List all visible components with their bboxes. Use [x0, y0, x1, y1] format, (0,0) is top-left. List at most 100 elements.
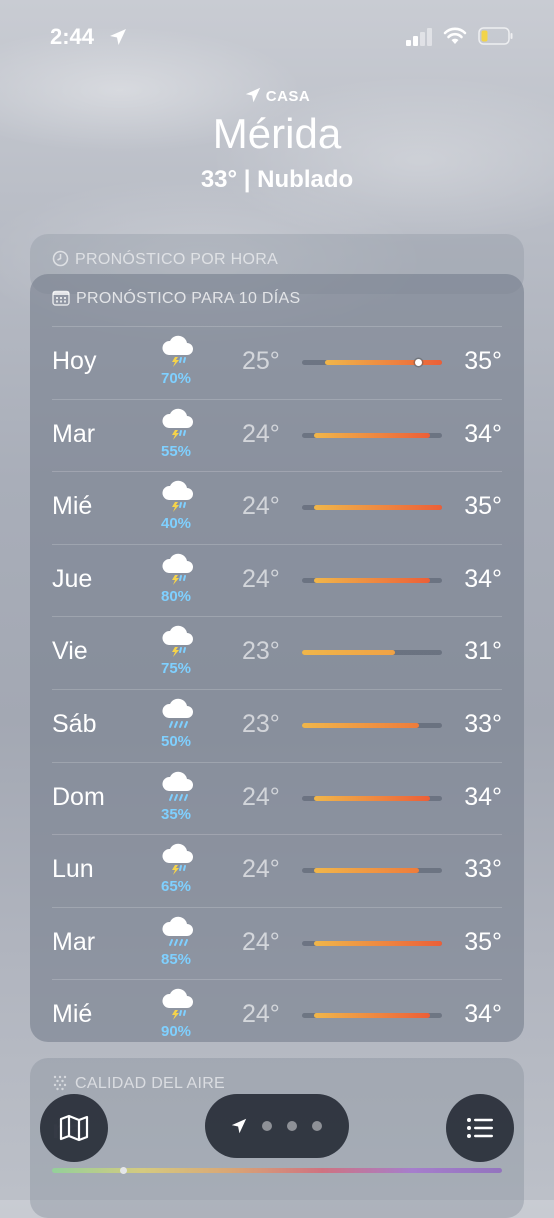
- thunderstorm-icon: [160, 480, 196, 514]
- forecast-row[interactable]: Mié 40% 24° 35°: [52, 471, 502, 544]
- battery-icon: [478, 27, 513, 45]
- home-label-text: CASA: [265, 88, 311, 105]
- forecast-row[interactable]: Mié 90% 24° 34°: [52, 979, 502, 1052]
- wifi-icon: [443, 27, 467, 44]
- day-label: Dom: [52, 782, 105, 811]
- day-label: Mar: [52, 419, 96, 448]
- status-time: 2:44: [50, 24, 95, 49]
- temp-range-fill: [313, 577, 431, 583]
- ten-day-forecast-header: PRONÓSTICO PARA 10 DÍAS: [52, 290, 300, 308]
- day-label: Jue: [52, 564, 93, 593]
- temp-range-fill: [313, 1013, 431, 1019]
- forecast-row[interactable]: Hoy 70% 25° 35°: [52, 326, 502, 399]
- forecast-row[interactable]: Mar 85% 24° 35°: [52, 906, 502, 980]
- air-quality-header: CALIDAD DEL AIRE: [52, 1074, 225, 1093]
- temp-range-fill: [302, 650, 396, 656]
- forecast-row[interactable]: Dom 35% 24° 34°: [52, 761, 502, 835]
- temp-range-fill: [313, 940, 442, 946]
- high-temp: 34°: [464, 1000, 502, 1029]
- hourly-forecast-title: PRONÓSTICO POR HORA: [75, 251, 279, 268]
- temp-range-bar: [302, 432, 442, 438]
- temp-range-bar: [302, 505, 442, 511]
- page-dot[interactable]: [287, 1121, 297, 1131]
- temp-range-fill: [313, 868, 419, 874]
- precip-chance: 50%: [160, 732, 192, 750]
- high-temp: 31°: [464, 637, 502, 666]
- high-temp: 33°: [464, 709, 502, 738]
- low-temp: 23°: [242, 637, 280, 666]
- low-temp: 24°: [242, 855, 280, 884]
- map-button[interactable]: [40, 1094, 108, 1162]
- thunderstorm-icon: [160, 988, 196, 1022]
- forecast-row[interactable]: Sáb 50% 23° 33°: [52, 688, 502, 762]
- high-temp: 35°: [464, 927, 502, 956]
- forecast-row[interactable]: Jue 80% 24° 34°: [52, 543, 502, 617]
- air-quality-title: CALIDAD DEL AIRE: [75, 1075, 226, 1092]
- precip-chance: 65%: [160, 878, 192, 896]
- temp-range-bar: [302, 722, 442, 728]
- precip-chance: 70%: [160, 370, 192, 387]
- forecast-rows: Hoy 70% 25° 35° Mar 55% 24° 34° Mié 40% 24° 35° Jue 8…: [52, 326, 502, 1052]
- precip-chance: 90%: [160, 1023, 192, 1041]
- temp-range-bar: [302, 795, 442, 801]
- forecast-row[interactable]: Vie 75% 23° 31°: [52, 616, 502, 689]
- air-quality-scale: [52, 1167, 502, 1174]
- low-temp: 24°: [242, 927, 280, 956]
- thunderstorm-icon: [160, 408, 196, 442]
- air-quality-icon: [53, 1075, 67, 1091]
- rain-icon: [160, 771, 196, 805]
- ten-day-forecast-card[interactable]: PRONÓSTICO PARA 10 DÍAS Hoy 70% 25° 35° Mar 5…: [30, 274, 524, 1042]
- list-icon: [467, 1118, 493, 1138]
- calendar-icon: [52, 290, 70, 306]
- thunderstorm-icon: [160, 553, 196, 587]
- temp-range-bar: [302, 868, 442, 874]
- high-temp: 35°: [464, 492, 502, 521]
- page-dot[interactable]: [262, 1121, 272, 1131]
- high-temp: 34°: [464, 782, 502, 811]
- current-location-arrow-icon: [231, 1118, 247, 1134]
- low-temp: 25°: [242, 347, 280, 375]
- temp-range-bar: [302, 359, 442, 366]
- precip-chance: 55%: [160, 442, 192, 460]
- temp-range-fill: [313, 795, 431, 801]
- day-label: Mar: [52, 927, 96, 956]
- day-label: Vie: [52, 637, 88, 666]
- precip-chance: 85%: [160, 950, 192, 968]
- temp-range-bar: [302, 1013, 442, 1019]
- temp-range-fill: [313, 505, 442, 511]
- temp-range-fill: [302, 722, 419, 728]
- hourly-forecast-header: PRONÓSTICO POR HORA: [52, 250, 278, 269]
- day-label: Hoy: [52, 347, 97, 375]
- temp-range-bar: [302, 940, 442, 946]
- clock-icon: [52, 250, 69, 267]
- low-temp: 24°: [242, 419, 280, 448]
- rain-icon: [160, 916, 196, 950]
- forecast-row[interactable]: Lun 65% 24° 33°: [52, 834, 502, 907]
- home-location-label: CASA: [0, 86, 554, 105]
- location-arrow-icon: [245, 87, 260, 103]
- high-temp: 34°: [464, 419, 502, 448]
- low-temp: 24°: [242, 1000, 280, 1029]
- status-bar: 2:44: [0, 0, 554, 70]
- map-icon: [59, 1114, 89, 1142]
- temp-range-fill: [325, 360, 442, 365]
- page-dot[interactable]: [312, 1121, 322, 1131]
- location-arrow-icon: [110, 29, 126, 45]
- thunderstorm-icon: [160, 625, 196, 659]
- high-temp: 33°: [464, 855, 502, 884]
- city-name: Mérida: [212, 110, 342, 157]
- forecast-row[interactable]: Mar 55% 24° 34°: [52, 398, 502, 472]
- rain-icon: [160, 698, 196, 732]
- low-temp: 24°: [242, 564, 280, 593]
- high-temp: 35°: [464, 347, 502, 375]
- temp-range-bar: [302, 650, 442, 656]
- ten-day-forecast-title: PRONÓSTICO PARA 10 DÍAS: [76, 290, 301, 307]
- cellular-signal-icon: [406, 28, 432, 46]
- low-temp: 23°: [242, 709, 280, 738]
- precip-chance: 80%: [160, 587, 192, 605]
- high-temp: 34°: [464, 564, 502, 593]
- location-pager[interactable]: [205, 1094, 349, 1158]
- locations-list-button[interactable]: [446, 1094, 514, 1162]
- low-temp: 24°: [242, 492, 280, 521]
- day-label: Lun: [52, 855, 94, 884]
